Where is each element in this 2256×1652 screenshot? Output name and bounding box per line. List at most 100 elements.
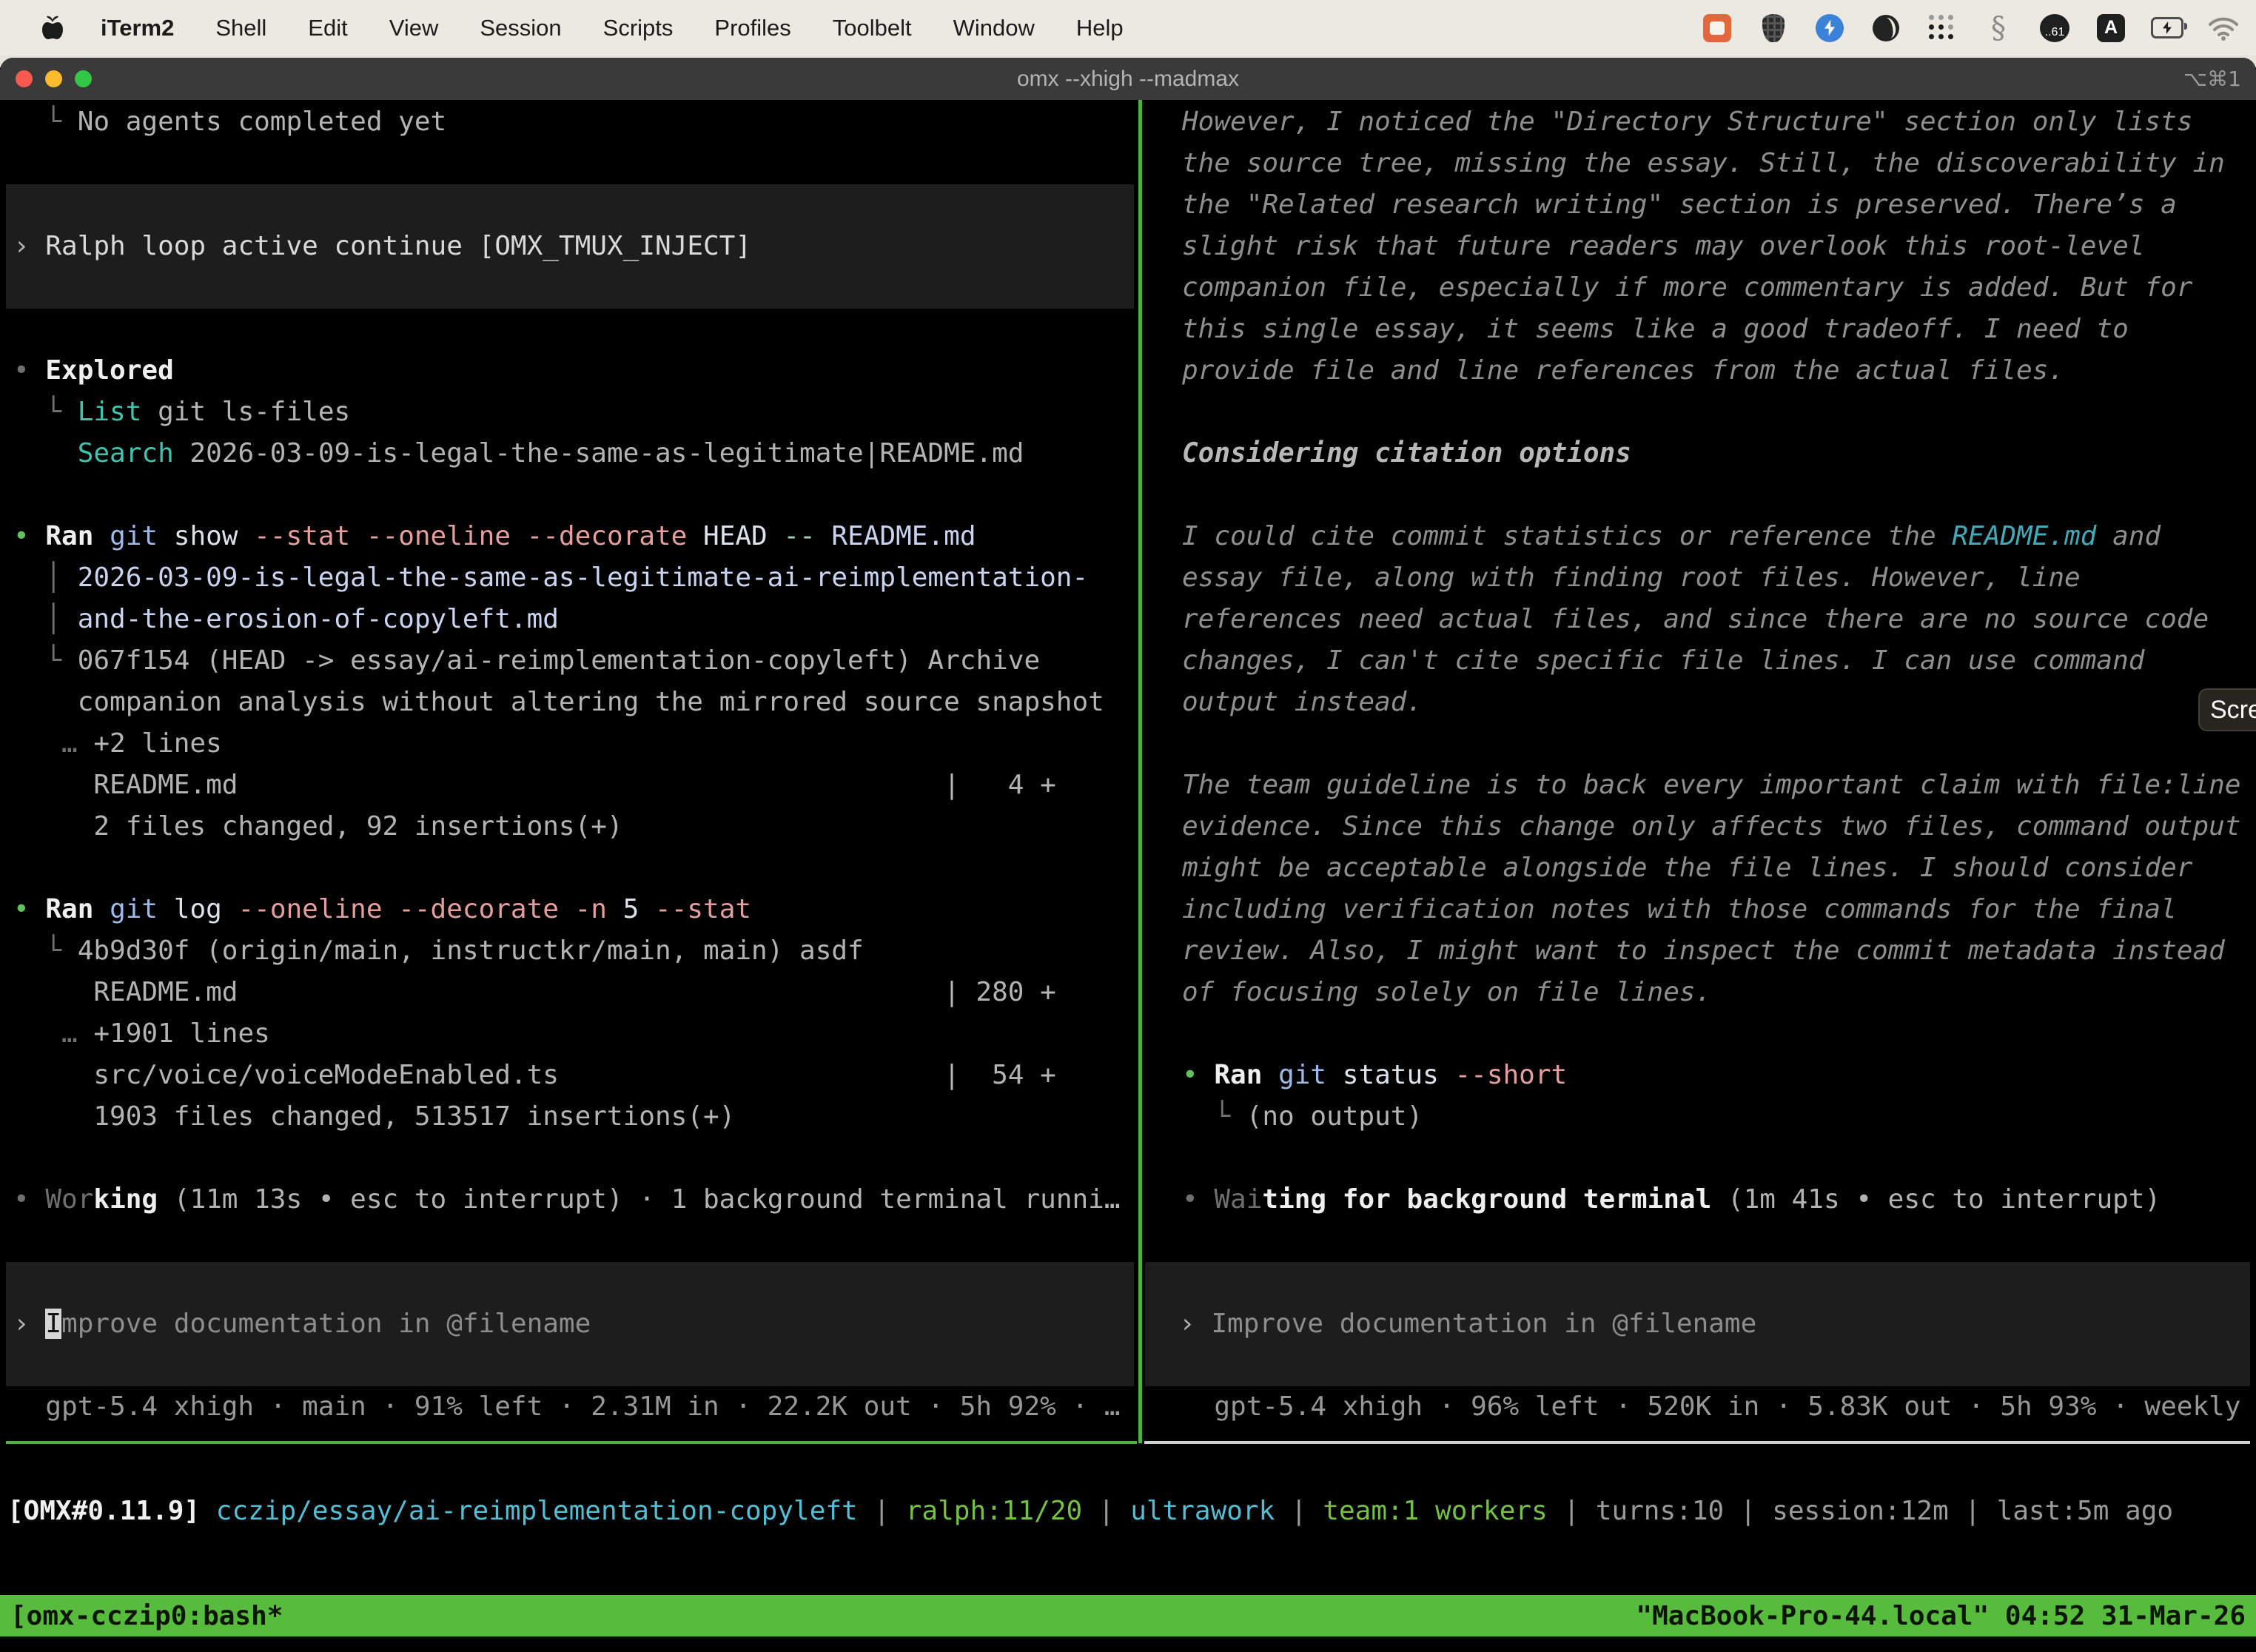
menu-item-scripts[interactable]: Scripts [603,15,674,41]
terminal-line: │ and-the-erosion-of-copyleft.md [0,599,1138,640]
terminal-line: • Working (11m 13s • esc to interrupt) ·… [0,1179,1138,1220]
squiggle-icon[interactable]: § [1982,12,2015,44]
text-segment: --stat [655,894,751,924]
text-segment: Ran [45,894,110,924]
menu-item-shell[interactable]: Shell [215,15,266,41]
menu-item-toolbelt[interactable]: Toolbelt [833,15,912,41]
pie-icon[interactable] [1870,12,1902,44]
menu-item-view[interactable]: View [389,15,439,41]
terminal-line: • Ran git status --short [1142,1055,2256,1096]
screen-share-overlay-label: Scre [2210,696,2256,725]
terminal-line: Search 2026-03-09-is-legal-the-same-as-l… [0,433,1138,474]
terminal-line: • Ran git show --stat --oneline --decora… [0,516,1138,557]
prompt-input-box[interactable]: › Improve documentation in @filename [6,1262,1134,1386]
tmux-host-clock-label: "MacBook-Pro-44.local" 04:52 31-Mar-26 [1636,1601,2246,1631]
terminal-line: gpt-5.4 xhigh · main · 91% left · 2.31M … [0,1386,1138,1428]
terminal-line: evidence. Since this change only affects… [1142,806,2256,847]
terminal-line: └ No agents completed yet [0,101,1138,143]
text-segment: +1901 lines [78,1018,270,1049]
text-segment: status [1343,1060,1455,1090]
zigzag-badge-icon[interactable] [1813,12,1846,44]
terminal-line [0,1220,1138,1262]
text-segment: 067f154 (HEAD -> essay/ai-reimplementati… [78,645,1040,676]
text-segment: └ [13,645,78,676]
menu-item-session[interactable]: Session [480,15,561,41]
tmux-session-label: [omx-cczip0:bash* [10,1601,283,1631]
text-segment: • [13,894,45,924]
window-title-bar[interactable]: omx --xhigh --madmax ⌥⌘1 [0,58,2256,100]
window-shortcut-badge: ⌥⌘1 [2183,67,2241,91]
text-segment: git [110,894,174,924]
menu-item-profiles[interactable]: Profiles [714,15,790,41]
text-segment: • [13,355,45,386]
text-segment: show [174,521,254,551]
terminal-line: README.md | 4 + [0,765,1138,806]
apple-menu-icon[interactable] [41,15,64,41]
dots-grid-icon[interactable] [1926,12,1958,44]
text-segment: 2 files changed, 92 insertions(+) [13,811,623,842]
text-segment: • [1182,1184,1214,1215]
text-cursor: I [45,1309,61,1339]
text-segment: │ [13,604,78,634]
text-segment: Ran [45,521,110,551]
text-segment: 4b9d30f (origin/main, instructkr/main, m… [78,936,864,966]
menu-item-window[interactable]: Window [953,15,1035,41]
text-segment: 2026-03-09-is-legal-the-same-as-legitima… [174,438,1024,469]
left-terminal-pane[interactable]: └ No agents completed yet › Ralph loop ac… [0,100,1138,1428]
prompt-input-box[interactable]: › Improve documentation in @filename [1145,1262,2250,1386]
text-segment: and-the-erosion-of-copyleft.md [78,604,559,634]
wifi-icon[interactable] [2207,12,2240,44]
terminal-line: src/voice/voiceModeEnabled.ts | 54 + [0,1055,1138,1096]
terminal-line: • Explored [0,350,1138,392]
terminal-line: 2 files changed, 92 insertions(+) [0,806,1138,847]
shield-grid-icon[interactable] [1757,12,1790,44]
terminal-line [1142,1138,2256,1179]
ralph-loop-box[interactable]: › Ralph loop active continue [OMX_TMUX_I… [6,184,1134,309]
text-segment: The team guideline is to back every impo… [1182,770,2240,800]
window-title: omx --xhigh --madmax [0,67,2256,92]
text-segment: log [174,894,238,924]
text-segment: -n [575,894,623,924]
menu-item-help[interactable]: Help [1076,15,1124,41]
terminal-line: the source tree, missing the essay. Stil… [1142,143,2256,184]
terminal-line: companion file, especially if more comme… [1142,267,2256,309]
text-segment: git [1278,1060,1343,1090]
terminal-line: └ (no output) [1142,1096,2256,1138]
tmux-status-bar: [omx-cczip0:bash* "MacBook-Pro-44.local"… [0,1595,2256,1636]
terminal-line: README.md | 280 + [0,972,1138,1013]
terminal-line: └ List git ls-files [0,392,1138,433]
right-terminal-pane[interactable]: However, I noticed the "Directory Struct… [1142,100,2256,1428]
text-segment: session:12m [1772,1496,1948,1526]
screen-share-overlay-button[interactable]: Scre [2198,688,2256,731]
text-segment: companion analysis without altering the … [13,687,1104,717]
terminal-line: └ 4b9d30f (origin/main, instructkr/main,… [0,930,1138,972]
badge-61-icon[interactable]: ..61 [2038,12,2071,44]
text-segment: No agents completed yet [78,107,447,137]
menu-item-iterm2[interactable]: iTerm2 [101,15,174,41]
text-segment: › [13,231,45,261]
terminal-line: gpt-5.4 xhigh · 96% left · 520K in · 5.8… [1142,1386,2256,1428]
text-segment: • [13,1184,45,1215]
text-segment: Wai [1214,1184,1262,1215]
text-segment: src/voice/voiceModeEnabled.ts | 54 + [13,1060,1056,1090]
text-segment: evidence. Since this change only affects… [1182,811,2240,842]
text-segment: turns:10 [1596,1496,1724,1526]
text-segment: | [1082,1496,1130,1526]
text-segment: ting for background terminal [1262,1184,1711,1215]
terminal-line: I could cite commit statistics or refere… [1142,516,2256,557]
text-segment: --oneline --decorate [238,894,574,924]
battery-icon[interactable] [2151,12,2183,44]
terminal-line: Considering citation options [1142,433,2256,474]
terminal-line: • Ran git log --oneline --decorate -n 5 … [0,889,1138,930]
a-key-icon[interactable]: A [2095,12,2127,44]
text-segment: git ls-files [141,397,350,427]
messages-icon[interactable] [1701,12,1733,44]
text-segment: might be acceptable alongside the file l… [1182,853,2192,883]
text-segment: the "Related research writing" section i… [1182,189,2177,220]
menu-item-edit[interactable]: Edit [308,15,347,41]
terminal-line: 1903 files changed, 513517 insertions(+) [0,1096,1138,1138]
text-segment: 2026-03-09-is-legal-the-same-as-legitima… [78,563,1088,593]
text-segment: └ [13,107,78,137]
text-segment: including verification notes with those … [1182,894,2177,924]
text-segment: 5 [623,894,655,924]
